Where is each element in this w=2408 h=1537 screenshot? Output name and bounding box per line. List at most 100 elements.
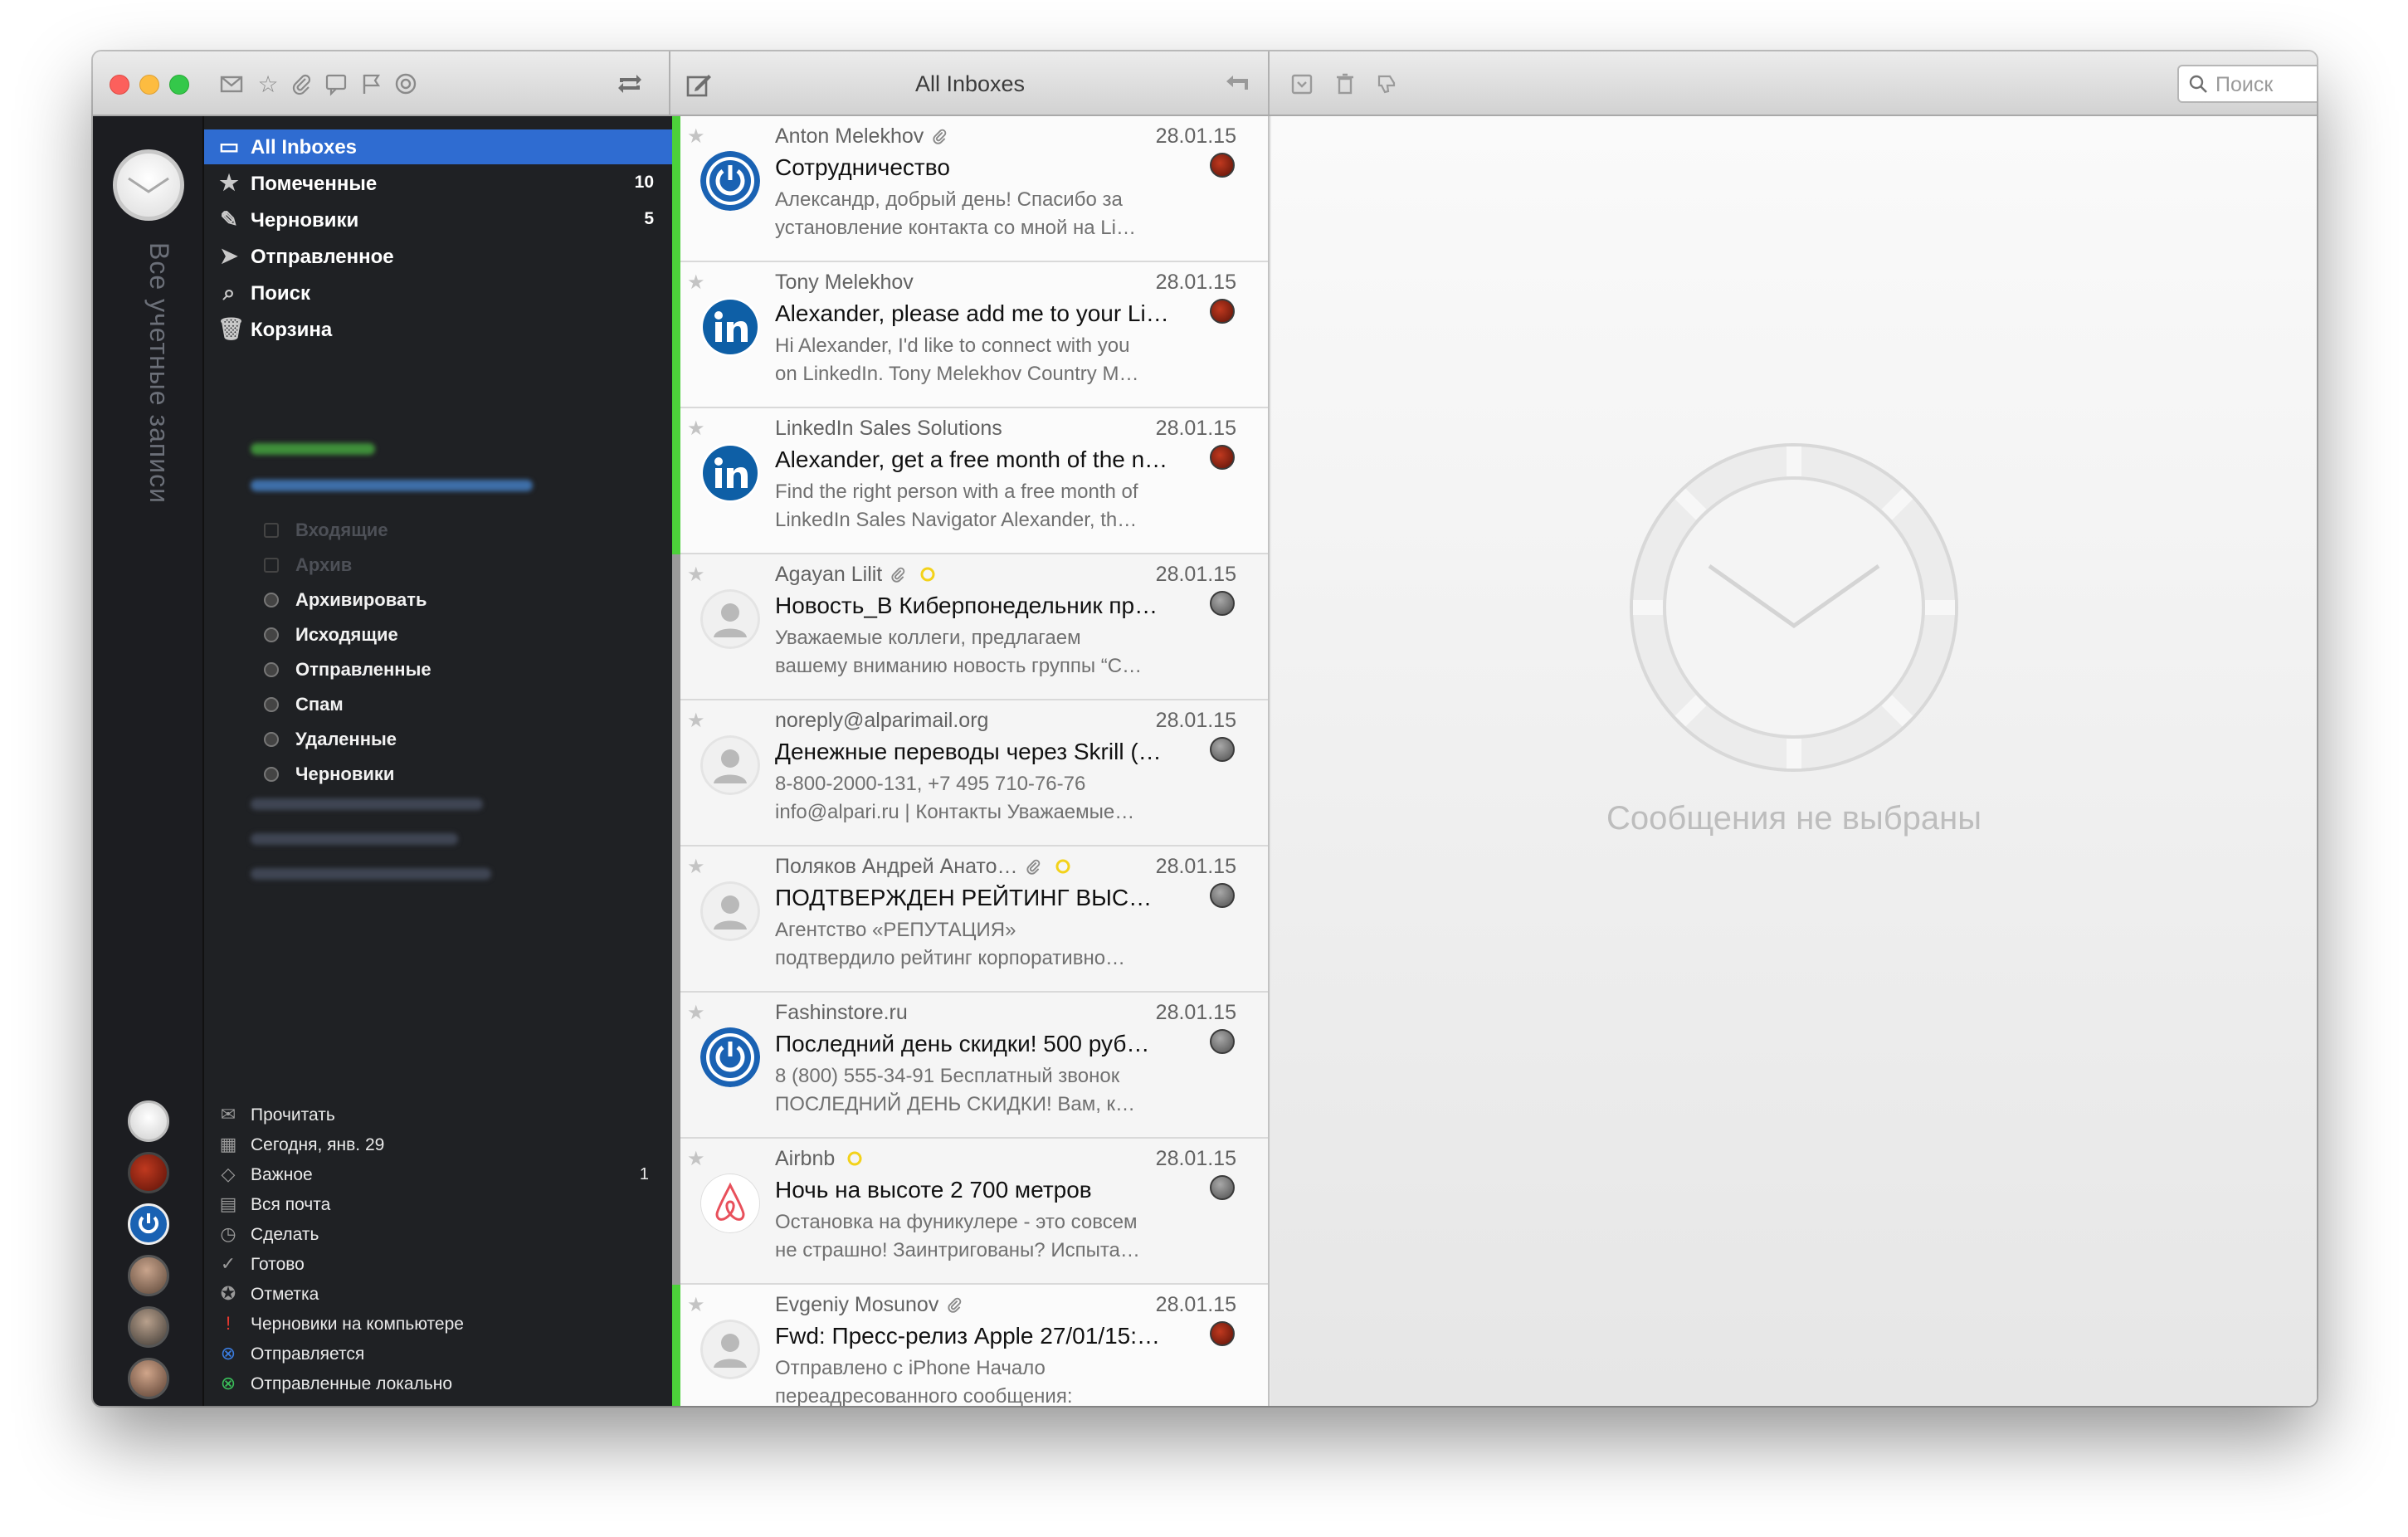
smart-folder-item[interactable]: ✪ Отметка — [204, 1280, 672, 1310]
account-mini-avatar — [1210, 737, 1235, 762]
subfolder-item[interactable]: Удаленные — [251, 722, 665, 755]
folder-dot-icon — [264, 558, 279, 573]
account-avatar-power[interactable] — [128, 1203, 169, 1245]
flag-filter-icon[interactable] — [357, 71, 385, 98]
message-row[interactable]: ★ LinkedIn Sales Solutions 28.01.15 Alexand… — [672, 408, 1268, 554]
smart-folder-label: Отправляется — [251, 1344, 365, 1364]
sidebar-item-trash[interactable]: 🗑 Корзина — [204, 312, 672, 347]
unread-count-badge: 10 — [634, 173, 654, 192]
subfolder-item[interactable]: Архивировать — [251, 583, 665, 616]
star-icon[interactable]: ★ — [687, 855, 705, 879]
star-icon[interactable]: ★ — [687, 563, 705, 587]
preview-line: LinkedIn Sales Navigator Alexander, th… — [775, 509, 1138, 531]
smart-folder-item[interactable]: ! Черновики на компьютере — [204, 1310, 672, 1339]
message-sender: Anton Melekhov — [775, 124, 1124, 149]
smart-folder-item[interactable]: ◇ Важное 1 — [204, 1160, 672, 1190]
envelope-filter-icon[interactable] — [217, 71, 246, 98]
smart-folder-item[interactable]: ✉ Прочитать — [204, 1100, 672, 1130]
sidebar-item-sent[interactable]: ➤ Отправленное — [204, 239, 672, 274]
account-email-blurred[interactable] — [251, 868, 491, 880]
sidebar-item-starred[interactable]: ★ Помеченные 10 — [204, 166, 672, 201]
minimize-window-button[interactable] — [139, 75, 159, 95]
preview-line: установление контакта со мной на Li… — [775, 217, 1136, 239]
message-row[interactable]: ★ Поляков Андрей Анато… 28.01.15 ПОДТВЕРЖД… — [672, 847, 1268, 993]
message-subject: Денежные переводы через Skrill (… — [775, 739, 1162, 764]
archive-icon[interactable] — [1288, 71, 1316, 98]
account-avatar-ball[interactable] — [128, 1152, 169, 1193]
subfolder-label: Удаленные — [295, 729, 397, 749]
star-icon[interactable]: ★ — [687, 1293, 705, 1317]
star-icon[interactable]: ★ — [687, 417, 705, 441]
star-filter-icon[interactable]: ☆ — [254, 71, 282, 98]
close-window-button[interactable] — [110, 75, 129, 95]
subfolder-item[interactable]: Входящие — [251, 513, 665, 546]
sender-name: LinkedIn Sales Solutions — [775, 417, 1002, 440]
sidebar-item-all-inboxes[interactable]: ▭ All Inboxes — [204, 129, 672, 164]
sender-name: Поляков Андрей Анато… — [775, 855, 1018, 878]
subfolder-item[interactable]: Черновики — [251, 757, 665, 790]
thumbs-down-icon[interactable] — [1372, 71, 1401, 98]
smart-folder-item[interactable]: ▦ Сегодня, янв. 29 — [204, 1130, 672, 1160]
smart-folder-item[interactable]: ⊗ Отправленные локально — [204, 1369, 672, 1399]
account-email-blurred[interactable] — [251, 443, 375, 455]
message-sender: LinkedIn Sales Solutions — [775, 417, 1124, 441]
message-subject: Новость_В Киберпонедельник пр… — [775, 593, 1158, 618]
comment-filter-icon[interactable] — [322, 71, 350, 98]
trash-icon[interactable] — [1331, 71, 1359, 98]
account-mini-avatar — [1210, 1029, 1235, 1054]
account-avatar-airmail[interactable] — [128, 1100, 169, 1142]
target-filter-icon[interactable] — [392, 71, 420, 98]
sidebar-item-label: Отправленное — [251, 246, 394, 268]
paperclip-icon — [924, 124, 949, 148]
search-input[interactable] — [2215, 71, 2317, 98]
app-logo[interactable] — [113, 149, 184, 221]
subfolder-item[interactable]: Исходящие — [251, 617, 665, 651]
person-avatar — [700, 1320, 760, 1379]
preview-line: Отправлено с iPhone Начало — [775, 1357, 1046, 1379]
account-email-blurred[interactable] — [251, 798, 483, 810]
message-row[interactable]: ★ Evgeniy Mosunov 28.01.15 Fwd: Пресс-рели… — [672, 1285, 1268, 1406]
message-subject: Сотрудничество — [775, 154, 950, 180]
preview-line: 8-800-2000-131, +7 495 710-76-76 — [775, 773, 1086, 795]
star-icon[interactable]: ★ — [687, 124, 705, 149]
sidebar-item-drafts[interactable]: ✎ Черновики 5 — [204, 202, 672, 237]
reply-arrow-icon[interactable] — [1223, 71, 1251, 98]
account-email-blurred[interactable] — [251, 480, 533, 491]
preview-line: info@alpari.ru | Контакты Уважаемые… — [775, 801, 1135, 823]
search-field[interactable]: × — [2177, 65, 2317, 103]
smart-folder-item[interactable]: ⊘ Спам 44 — [204, 1399, 672, 1406]
message-row[interactable]: ★ Tony Melekhov 28.01.15 Alexander, please … — [672, 262, 1268, 408]
smart-folder-item[interactable]: ⊗ Отправляется — [204, 1339, 672, 1369]
star-icon[interactable]: ★ — [687, 271, 705, 295]
smart-folder-item[interactable]: ✓ Готово — [204, 1250, 672, 1280]
smart-folder-label: Сегодня, янв. 29 — [251, 1135, 385, 1154]
sidebar-item-search[interactable]: ⌕ Поиск — [204, 276, 672, 310]
star-icon[interactable]: ★ — [687, 1001, 705, 1025]
account-avatar-photo-1[interactable] — [128, 1255, 169, 1296]
message-row[interactable]: ★ Agayan Lilit 28.01.15 Новость_В Киберпон… — [672, 554, 1268, 700]
account-email-blurred[interactable] — [251, 833, 458, 845]
message-row[interactable]: ★ Airbnb 28.01.15 Ночь на высоте 2 700 мет… — [672, 1139, 1268, 1285]
account-mini-avatar — [1210, 1175, 1235, 1200]
star-icon[interactable]: ★ — [687, 1147, 705, 1171]
subfolder-item[interactable]: Архив — [251, 548, 665, 581]
message-row[interactable]: ★ Anton Melekhov 28.01.15 Сотрудничество Ал… — [672, 116, 1268, 262]
message-row[interactable]: ★ Fashinstore.ru 28.01.15 Последний день ск… — [672, 993, 1268, 1139]
account-avatar-photo-2[interactable] — [128, 1306, 169, 1348]
all-accounts-label[interactable]: Все учетные записи — [128, 242, 174, 541]
sender-name: Evgeniy Mosunov — [775, 1293, 939, 1316]
message-row[interactable]: ★ noreply@alparimail.org 28.01.15 Денежные … — [672, 700, 1268, 847]
subfolder-item[interactable]: Спам — [251, 687, 665, 720]
subfolder-item[interactable]: Отправленные — [251, 652, 665, 686]
smart-folder-item[interactable]: ▤ Вся почта — [204, 1190, 672, 1220]
paperclip-filter-icon[interactable] — [287, 71, 315, 98]
zoom-window-button[interactable] — [169, 75, 189, 95]
star-icon[interactable]: ★ — [687, 709, 705, 733]
sync-icon[interactable] — [616, 71, 644, 98]
account-avatar-photo-3[interactable] — [128, 1358, 169, 1399]
smart-folder-item[interactable]: ◷ Сделать — [204, 1220, 672, 1250]
message-preview: Hi Alexander, I'd like to connect with y… — [775, 332, 1190, 388]
preview-line: не страшно! Заинтригованы? Испыта… — [775, 1239, 1140, 1261]
message-subject: Alexander, please add me to your Li… — [775, 300, 1169, 326]
read-status-bar — [672, 116, 680, 262]
